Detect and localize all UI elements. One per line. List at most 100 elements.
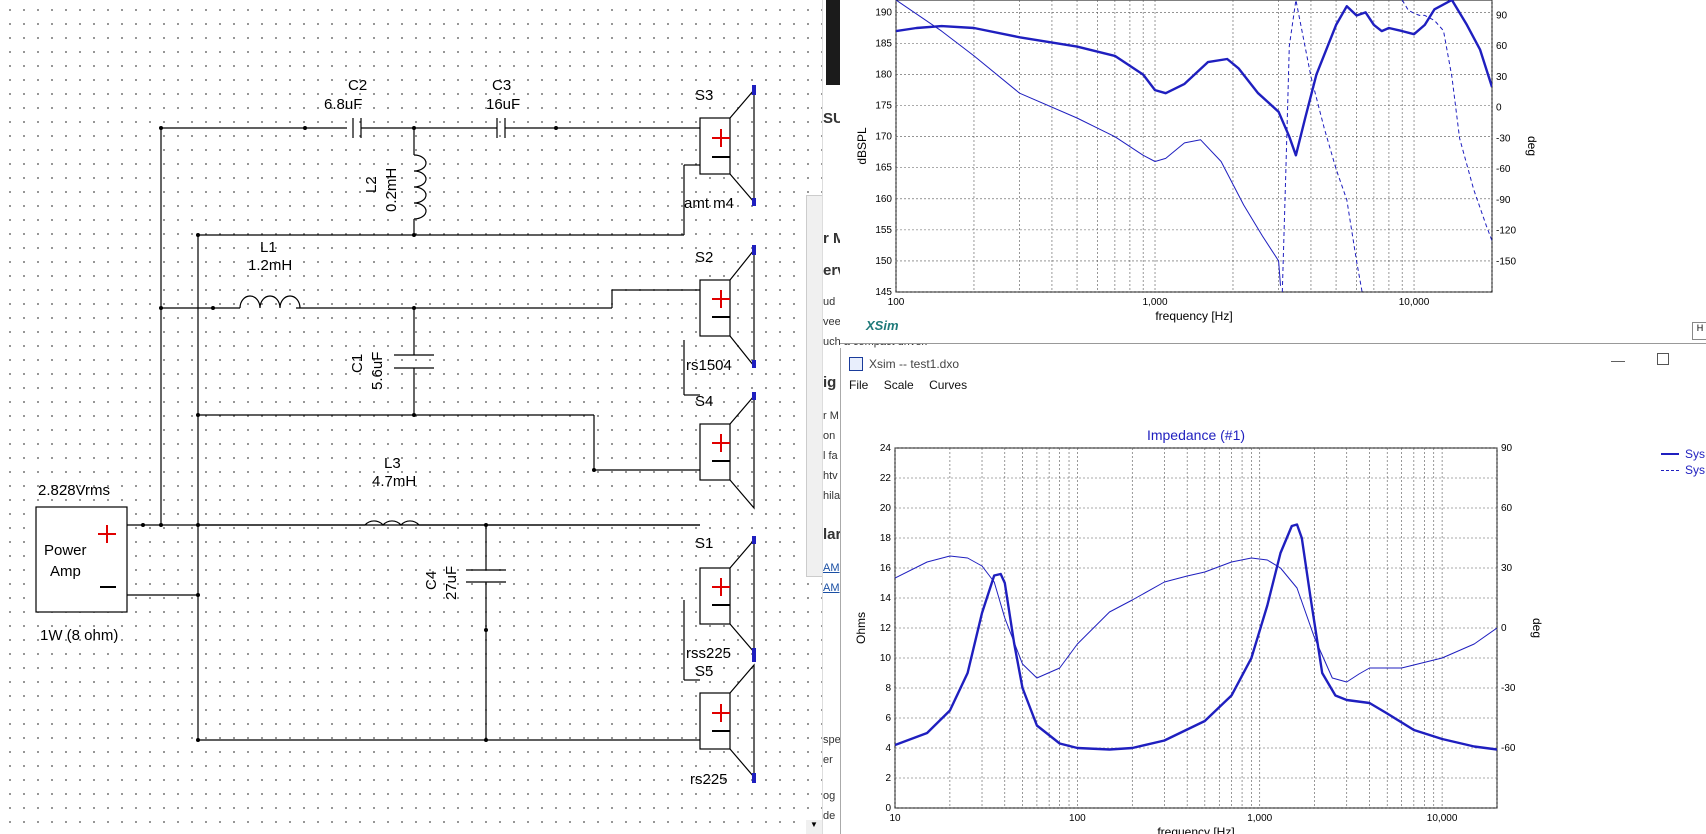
y-axis-label: dBSPL — [855, 127, 869, 165]
s5-name: rs225 — [690, 771, 728, 788]
x-tick-label: 10,000 — [1399, 297, 1430, 308]
schematic-canvas[interactable]: Power Amp 2.828Vrms 1W (8 ohm) C2 6.8uF … — [0, 0, 822, 834]
y-tick-label: 18 — [880, 533, 892, 544]
y2-axis-label: deg — [1530, 618, 1544, 638]
y2-tick-label: -150 — [1496, 256, 1516, 267]
y-tick-label: 165 — [875, 163, 892, 174]
legend-item: Sys — [1661, 446, 1705, 462]
bg-link[interactable]: AM — [823, 562, 840, 574]
y2-tick-label: 30 — [1501, 563, 1513, 574]
y-tick-label: 155 — [875, 225, 892, 236]
y2-tick-label: 30 — [1496, 72, 1508, 83]
amp-label-2: Amp — [50, 563, 81, 580]
y2-tick-label: -120 — [1496, 226, 1516, 237]
y-tick-label: 160 — [875, 194, 892, 205]
x-tick-label: 10,000 — [1427, 813, 1458, 824]
scroll-down-icon[interactable]: ▼ — [806, 820, 822, 834]
y-tick-label: 14 — [880, 593, 892, 604]
xsim-brand: XSim — [866, 318, 899, 333]
x-axis-label: frequency [Hz] — [1157, 825, 1234, 834]
window-title: Xsim -- test1.dxo — [869, 357, 960, 371]
bg-text: spe — [823, 734, 841, 746]
x-tick-label: 100 — [1069, 813, 1086, 824]
y-axis-label: Ohms — [854, 612, 868, 644]
impedance-chart[interactable]: 024681012141618202224 9060300-30-6010 100 1… — [841, 400, 1706, 834]
amp-voltage-label: 2.828Vrms — [38, 482, 110, 499]
window-titlebar[interactable]: Xsim -- test1.dxo — — [841, 348, 1706, 378]
y2-tick-label: 90 — [1496, 10, 1508, 21]
y2-tick-label: 60 — [1501, 503, 1513, 514]
legend-swatch-dashed — [1661, 469, 1679, 471]
x-tick-label: 100 — [888, 297, 905, 308]
menu-curves[interactable]: Curves — [929, 378, 967, 392]
y-tick-label: 150 — [875, 256, 892, 267]
chart-title: Impedance (#1) — [1147, 427, 1245, 443]
y2-tick-label: 0 — [1501, 623, 1507, 634]
bg-text: l fa — [823, 450, 838, 462]
speaker-s2[interactable]: S2 rs1504 — [686, 245, 756, 374]
maximize-icon[interactable] — [1657, 353, 1669, 365]
edge-button[interactable]: H — [1692, 322, 1706, 340]
s1-label: S1 — [695, 535, 713, 552]
y-tick-label: 170 — [875, 132, 892, 143]
bg-text: vee — [823, 316, 841, 328]
bg-text: og — [823, 790, 836, 802]
y-tick-label: 16 — [880, 563, 892, 574]
bg-text: de — [823, 810, 836, 822]
s1-name: rss225 — [686, 645, 731, 662]
amp-label-1: Power — [44, 542, 87, 559]
s3-label: S3 — [695, 87, 713, 104]
s4-label: S4 — [695, 393, 713, 410]
s2-label: S2 — [695, 249, 713, 266]
x-axis-label: frequency [Hz] — [1155, 309, 1232, 323]
bg-text: er — [823, 754, 833, 766]
c4-label: C4 — [423, 571, 440, 590]
y-tick-label: 8 — [885, 683, 891, 694]
impedance-window[interactable]: Xsim -- test1.dxo — File Scale Curves 0 2… — [840, 348, 1706, 834]
y2-tick-label: -90 — [1496, 195, 1511, 206]
y-tick-label: 6 — [885, 713, 891, 724]
frequency-response-chart[interactable]: 145150155160165170175180185190 9060300-30… — [840, 0, 1706, 343]
plot-area — [895, 0, 1493, 293]
menu-file[interactable]: File — [849, 378, 868, 392]
speaker-s4[interactable]: S4 — [695, 392, 756, 510]
x-tick-label: 1,000 — [1142, 297, 1167, 308]
s5-label: S5 — [695, 663, 713, 680]
c1-label: C1 — [349, 354, 366, 373]
legend-label: Sys — [1685, 447, 1706, 461]
frequency-response-window[interactable]: 145 150 155 160 165 170 175 180 185 190 90 60 30 0 -30… — [840, 0, 1706, 344]
y-tick-label: 10 — [880, 653, 892, 664]
y2-axis-label: deg — [1525, 136, 1539, 156]
bg-text: r M — [823, 410, 839, 422]
y-tick-label: 190 — [875, 7, 892, 18]
c2-value: 6.8uF — [324, 96, 362, 113]
speaker-s3[interactable]: S3 amt m4 — [684, 85, 756, 212]
c1-value: 5.6uF — [369, 352, 386, 390]
c3-value: 16uF — [486, 96, 520, 113]
l3-label: L3 — [384, 455, 401, 472]
y2-tick-label: 0 — [1496, 103, 1502, 114]
bg-link[interactable]: AM — [823, 582, 840, 594]
y2-tick-label: -60 — [1496, 164, 1511, 175]
x-tick-label: 1,000 — [1247, 813, 1272, 824]
y-tick-label: 2 — [885, 773, 891, 784]
y-tick-label: 185 — [875, 38, 892, 49]
s2-name: rs1504 — [686, 357, 732, 374]
y-tick-label: 24 — [880, 443, 892, 454]
s3-name: amt m4 — [684, 195, 734, 212]
minimize-icon[interactable]: — — [1611, 352, 1625, 368]
l1-value: 1.2mH — [248, 257, 292, 274]
y2-tick-label: -60 — [1501, 743, 1516, 754]
bg-text: hila — [823, 490, 841, 502]
c3-label: C3 — [492, 77, 511, 94]
bg-text: ud — [823, 296, 836, 308]
speaker-s1[interactable]: S1 rss225 — [686, 535, 756, 662]
speaker-s5[interactable]: S5 rs225 — [690, 663, 756, 788]
y-tick-label: 175 — [875, 101, 892, 112]
chart-legend: Sys Sys — [1661, 446, 1705, 478]
y-tick-label: 4 — [885, 743, 891, 754]
l1-label: L1 — [260, 239, 277, 256]
y-tick-label: 22 — [880, 473, 892, 484]
menu-scale[interactable]: Scale — [884, 378, 914, 392]
y-tick-label: 20 — [880, 503, 892, 514]
